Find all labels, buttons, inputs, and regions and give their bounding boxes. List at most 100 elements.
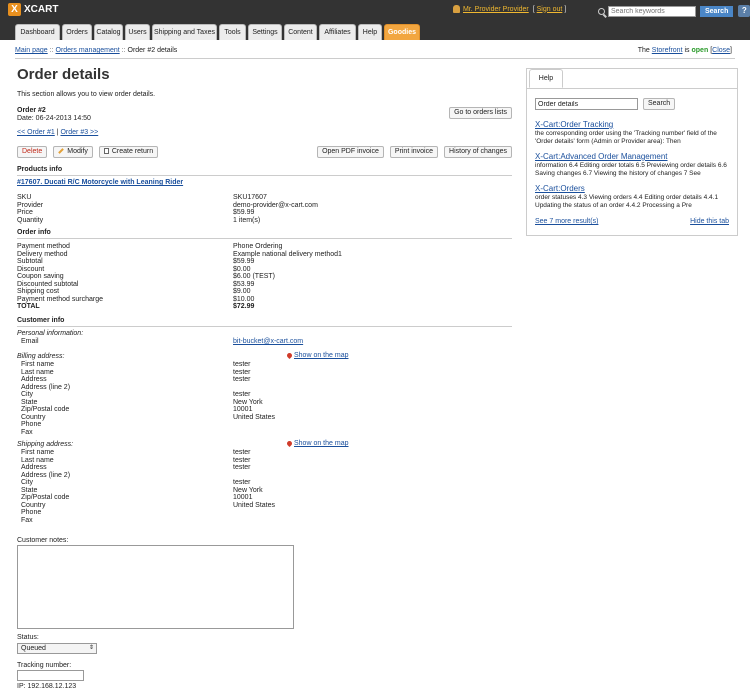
logo-text: XCART xyxy=(24,4,59,15)
email-link[interactable]: bit-bucket@x-cart.com xyxy=(233,338,303,345)
tab-dashboard[interactable]: Dashboard xyxy=(15,24,60,40)
help-result-link[interactable]: X-Cart:Order Tracking xyxy=(535,120,733,129)
order-actions-left: Delete Modify Create return xyxy=(17,146,159,158)
help-result: X-Cart:Order Tracking the corresponding … xyxy=(535,120,733,146)
delete-button[interactable]: Delete xyxy=(17,146,48,158)
status-label: Status: xyxy=(17,634,39,641)
modify-button[interactable]: Modify xyxy=(53,146,93,158)
breadcrumb: Main page :: Orders management :: Order … xyxy=(15,47,178,54)
go-to-orders-button[interactable]: Go to orders lists xyxy=(449,107,512,119)
next-order-link[interactable]: Order #3 >> xyxy=(60,129,98,136)
select-arrows-icon: ⇕ xyxy=(88,645,94,651)
xcart-logo-icon: X xyxy=(8,3,21,16)
tab-affiliates[interactable]: Affiliates xyxy=(319,24,356,40)
order-date: Date: 06-24-2013 14:50 xyxy=(17,115,91,122)
help-tab[interactable]: Help xyxy=(529,69,563,88)
document-icon xyxy=(103,148,109,155)
breadcrumb-orders-management[interactable]: Orders management xyxy=(56,47,120,54)
storefront-link[interactable]: Storefront xyxy=(652,47,683,54)
order-number: Order #2 xyxy=(17,107,46,114)
tab-settings[interactable]: Settings xyxy=(248,24,282,40)
help-panel: Help Search X-Cart:Order Tracking the co… xyxy=(526,68,738,236)
shipping-address-label: Shipping address: xyxy=(17,441,74,448)
map-pin-icon xyxy=(285,351,294,360)
open-pdf-invoice-button[interactable]: Open PDF invoice xyxy=(317,146,384,158)
breadcrumb-main-page[interactable]: Main page xyxy=(15,47,48,54)
status-select[interactable]: Queued ⇕ xyxy=(17,643,97,654)
divider xyxy=(17,326,512,327)
billing-labels: First name Last name Address Address (li… xyxy=(21,361,71,436)
customer-info-title: Customer info xyxy=(17,317,65,324)
page-intro: This section allows you to view order de… xyxy=(17,91,156,98)
help-icon[interactable]: ? xyxy=(738,5,750,17)
order-actions-right: Open PDF invoice Print invoice History o… xyxy=(317,146,512,158)
pencil-icon xyxy=(58,148,65,154)
tab-help[interactable]: Help xyxy=(358,24,382,40)
search-button[interactable]: Search xyxy=(700,5,734,17)
header-search: Search ? xyxy=(598,5,750,17)
help-search-button[interactable]: Search xyxy=(643,98,676,110)
breadcrumb-current: Order #2 details xyxy=(127,47,178,54)
user-area: Mr. Provider Provider [ Sign out ] xyxy=(453,5,568,13)
tab-content[interactable]: Content xyxy=(284,24,317,40)
tracking-number-input[interactable] xyxy=(17,670,84,681)
divider xyxy=(15,58,735,59)
help-result-snippet: the corresponding order using the 'Track… xyxy=(535,130,717,145)
sign-out-link[interactable]: Sign out xyxy=(537,6,563,13)
user-name-link[interactable]: Mr. Provider Provider xyxy=(463,6,529,13)
billing-address-label: Billing address: xyxy=(17,353,65,360)
customer-notes-label: Customer notes: xyxy=(17,537,69,544)
search-icon xyxy=(598,7,605,15)
email-label: Email xyxy=(21,338,39,345)
tab-goodies[interactable]: Goodies xyxy=(384,24,420,40)
tab-catalog[interactable]: Catalog xyxy=(94,24,123,40)
shipping-show-map[interactable]: Show on the map xyxy=(285,439,348,448)
tab-tools[interactable]: Tools xyxy=(219,24,246,40)
help-result: X-Cart:Advanced Order Management informa… xyxy=(535,152,733,178)
order-info-title: Order info xyxy=(17,229,51,236)
help-search-input[interactable] xyxy=(535,98,638,110)
help-result-snippet: order statuses 4.3 Viewing orders 4.4 Ed… xyxy=(535,194,719,209)
personal-info-label: Personal information: xyxy=(17,330,84,337)
tab-users[interactable]: Users xyxy=(125,24,150,40)
order-info-values: Phone Ordering Example national delivery… xyxy=(233,243,342,310)
history-of-changes-button[interactable]: History of changes xyxy=(444,146,512,158)
help-result-link[interactable]: X-Cart:Advanced Order Management xyxy=(535,152,733,161)
order-navigation: << Order #1 | Order #3 >> xyxy=(17,129,99,136)
product-labels: SKU Provider Price Quantity xyxy=(17,194,44,224)
storefront-open-status: open xyxy=(691,47,709,54)
search-input[interactable] xyxy=(608,5,696,17)
storefront-close-link[interactable]: Close xyxy=(712,47,730,54)
map-pin-icon xyxy=(285,439,294,448)
shipping-values: tester tester tester tester New York 100… xyxy=(233,449,276,509)
product-values: SKU17607 demo-provider@x-cart.com $59.99… xyxy=(233,194,318,224)
logo[interactable]: X XCART xyxy=(8,3,58,16)
products-info-title: Products info xyxy=(17,166,63,173)
top-bar: X XCART Mr. Provider Provider [ Sign out… xyxy=(0,0,750,40)
order-info-labels: Payment method Delivery method Subtotal … xyxy=(17,243,103,310)
see-more-results-link[interactable]: See 7 more result(s) xyxy=(535,218,598,225)
tab-shipping-and-taxes[interactable]: Shipping and Taxes xyxy=(152,24,217,40)
main-tabs: Dashboard Orders Catalog Users Shipping … xyxy=(15,24,422,40)
ip-address: IP: 192.168.12.123 xyxy=(17,683,77,690)
billing-show-map[interactable]: Show on the map xyxy=(285,351,348,360)
print-invoice-button[interactable]: Print invoice xyxy=(389,146,439,158)
user-icon xyxy=(453,5,460,13)
create-return-button[interactable]: Create return xyxy=(98,146,159,158)
tab-orders[interactable]: Orders xyxy=(62,24,92,40)
billing-show-map-link[interactable]: Show on the map xyxy=(294,352,348,359)
storefront-status: The Storefront is open [Close] xyxy=(637,47,732,54)
shipping-labels: First name Last name Address Address (li… xyxy=(21,449,71,524)
divider xyxy=(17,175,512,176)
customer-notes-textarea[interactable] xyxy=(17,545,294,629)
page-title: Order details xyxy=(17,66,110,83)
shipping-show-map-link[interactable]: Show on the map xyxy=(294,440,348,447)
tracking-number-label: Tracking number: xyxy=(17,662,72,669)
divider xyxy=(17,238,512,239)
help-result: X-Cart:Orders order statuses 4.3 Viewing… xyxy=(535,184,733,210)
help-result-link[interactable]: X-Cart:Orders xyxy=(535,184,733,193)
hide-tab-link[interactable]: Hide this tab xyxy=(690,218,729,225)
prev-order-link[interactable]: << Order #1 xyxy=(17,129,55,136)
product-link[interactable]: #17607. Ducati R/C Motorcycle with Leani… xyxy=(17,179,183,186)
help-result-snippet: information 6.4 Editing order totals 6.5… xyxy=(535,162,727,177)
